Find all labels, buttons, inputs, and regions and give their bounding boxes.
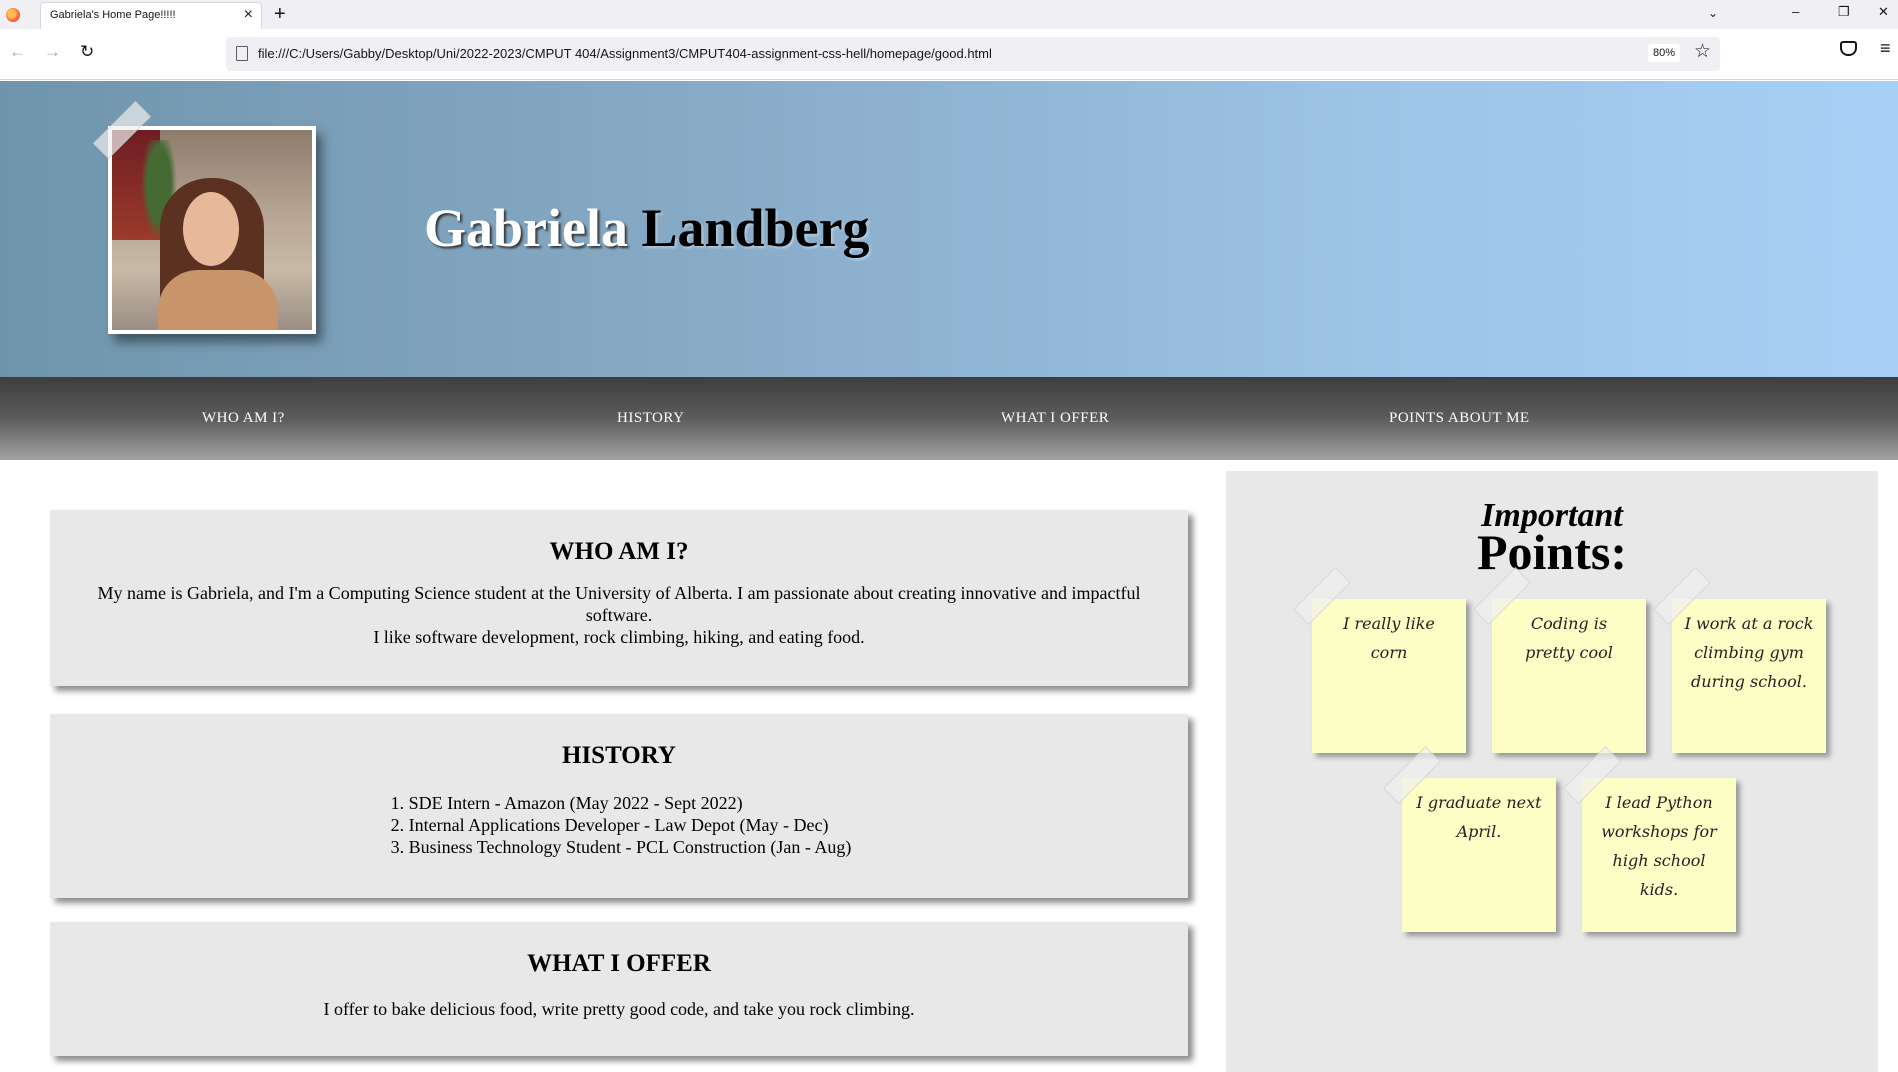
close-tab-icon[interactable]: × xyxy=(244,6,253,24)
profile-photo-image xyxy=(112,130,312,330)
who-am-i-heading: WHO AM I? xyxy=(549,538,689,565)
important-points-heading-big: Points: xyxy=(1477,524,1627,580)
minimize-icon[interactable]: – xyxy=(1792,4,1799,19)
important-points-panel: Important Points: I really like corn Cod… xyxy=(1226,471,1878,1072)
profile-photo xyxy=(108,126,316,334)
sticky-note: I really like corn xyxy=(1312,599,1466,753)
tab-title: Gabriela's Home Page!!!!! xyxy=(50,9,176,21)
title-last-name: Landberg xyxy=(641,198,870,258)
browser-toolbar: ← → ↻ file:///C:/Users/Gabby/Desktop/Uni… xyxy=(0,29,1898,80)
page-title: Gabriela Landberg xyxy=(424,197,870,259)
list-tabs-icon[interactable]: ⌄ xyxy=(1708,6,1718,20)
url-bar[interactable]: file:///C:/Users/Gabby/Desktop/Uni/2022-… xyxy=(226,37,1720,71)
sticky-note: I work at a rock climbing gym during sch… xyxy=(1672,599,1826,753)
web-page: Gabriela Landberg WHO AM I? HISTORY WHAT… xyxy=(0,81,1898,1072)
site-navigation: WHO AM I? HISTORY WHAT I OFFER POINTS AB… xyxy=(0,377,1898,460)
nav-link-what-i-offer[interactable]: WHAT I OFFER xyxy=(1001,410,1109,427)
history-list: SDE Intern - Amazon (May 2022 - Sept 202… xyxy=(387,792,852,858)
nav-link-who-am-i[interactable]: WHO AM I? xyxy=(202,410,285,427)
zoom-level-badge[interactable]: 80% xyxy=(1648,44,1681,62)
app-menu-icon[interactable]: ≡ xyxy=(1880,38,1891,59)
back-icon[interactable]: ← xyxy=(9,42,26,62)
history-heading: HISTORY xyxy=(562,742,676,769)
forward-icon[interactable]: → xyxy=(44,42,61,62)
browser-tab[interactable]: Gabriela's Home Page!!!!! × xyxy=(40,2,262,29)
history-item: Internal Applications Developer - Law De… xyxy=(409,814,852,836)
title-first-name: Gabriela xyxy=(424,198,628,258)
bookmark-star-icon[interactable]: ☆ xyxy=(1694,40,1711,63)
nav-link-history[interactable]: HISTORY xyxy=(617,410,684,427)
who-am-i-section: WHO AM I? My name is Gabriela, and I'm a… xyxy=(50,510,1188,686)
sticky-note: Coding is pretty cool xyxy=(1492,599,1646,753)
page-header: Gabriela Landberg xyxy=(0,81,1898,377)
sticky-note: I lead Python workshops for high school … xyxy=(1582,778,1736,932)
who-am-i-interests: I like software development, rock climbi… xyxy=(373,627,865,647)
browser-tab-bar: Gabriela's Home Page!!!!! × + ⌄ – ❐ ✕ xyxy=(0,0,1898,29)
what-i-offer-heading: WHAT I OFFER xyxy=(527,950,711,977)
restore-icon[interactable]: ❐ xyxy=(1838,4,1850,20)
page-icon xyxy=(236,46,248,61)
sticky-note: I graduate next April. xyxy=(1402,778,1556,932)
url-text[interactable]: file:///C:/Users/Gabby/Desktop/Uni/2022-… xyxy=(258,46,992,61)
who-am-i-paragraph: My name is Gabriela, and I'm a Computing… xyxy=(97,583,1141,625)
firefox-logo-icon xyxy=(6,8,20,22)
history-section: HISTORY SDE Intern - Amazon (May 2022 - … xyxy=(50,714,1188,898)
what-i-offer-section: WHAT I OFFER I offer to bake delicious f… xyxy=(50,922,1188,1056)
what-i-offer-text: I offer to bake delicious food, write pr… xyxy=(323,999,915,1019)
close-window-icon[interactable]: ✕ xyxy=(1878,4,1889,20)
new-tab-icon[interactable]: + xyxy=(274,2,286,26)
history-item: SDE Intern - Amazon (May 2022 - Sept 202… xyxy=(409,792,852,814)
history-item: Business Technology Student - PCL Constr… xyxy=(409,836,852,858)
pocket-icon[interactable] xyxy=(1840,41,1857,56)
reload-icon[interactable]: ↻ xyxy=(80,42,94,62)
nav-link-points-about-me[interactable]: POINTS ABOUT ME xyxy=(1389,410,1530,427)
